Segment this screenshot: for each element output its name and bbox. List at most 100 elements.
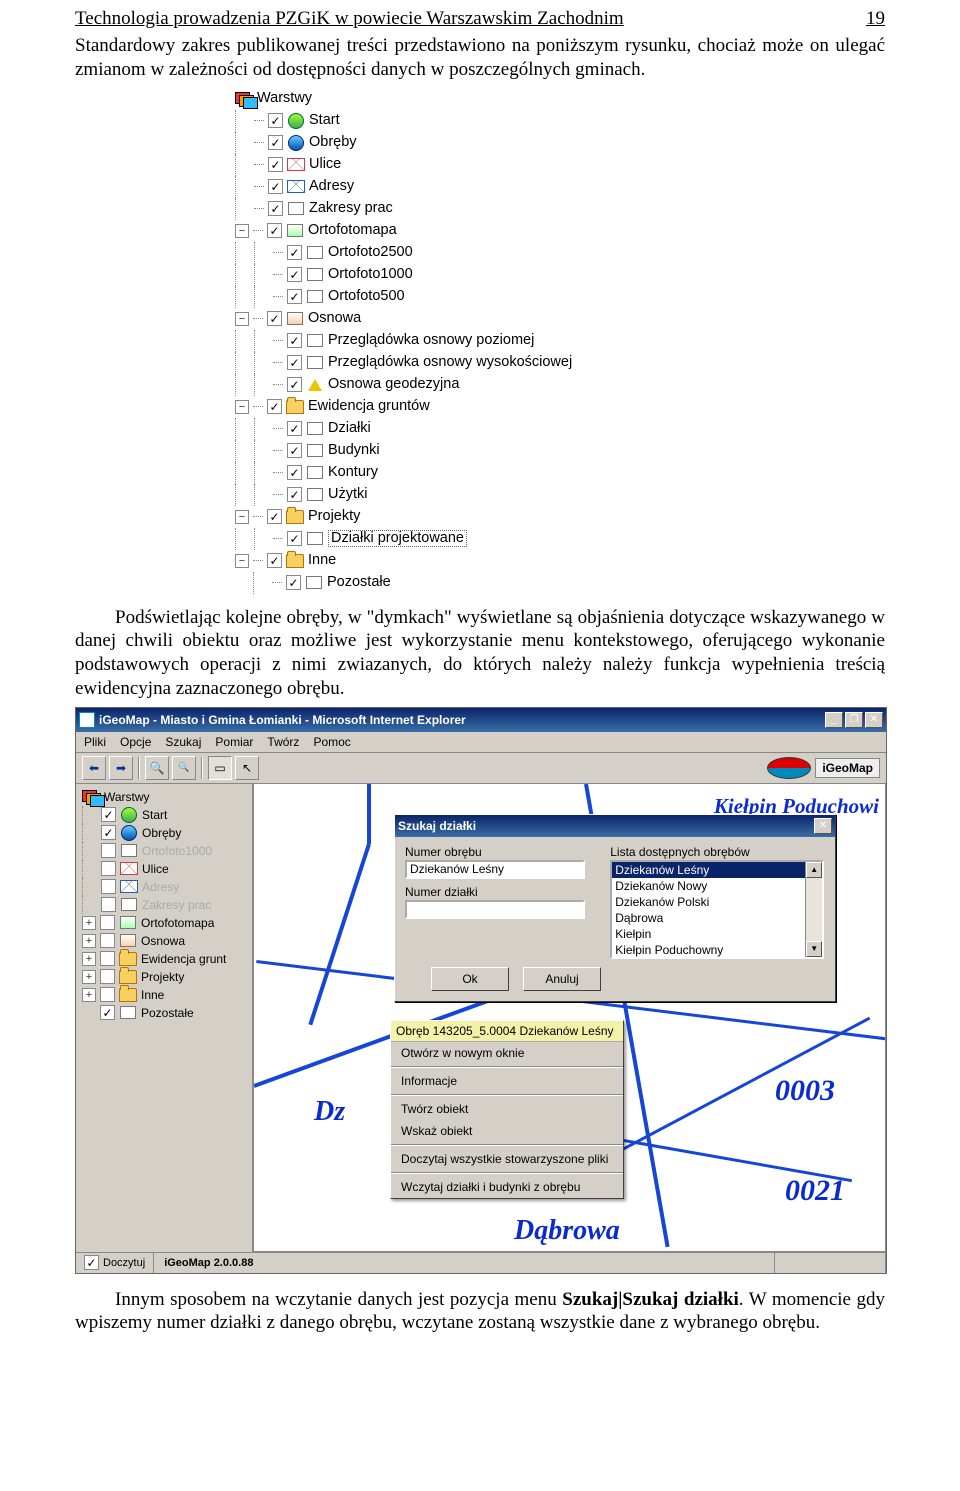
scroll-up[interactable]: ▲ xyxy=(806,862,822,878)
tree-item: Osnowa geodezyjna xyxy=(328,377,459,392)
folder-icon xyxy=(286,509,304,525)
ctx-item[interactable]: Doczytaj wszystkie stowarzyszone pliki xyxy=(391,1148,623,1170)
pointer-tool[interactable]: ↖ xyxy=(235,756,259,780)
list-item[interactable]: Kena Kiełnińska xyxy=(612,958,822,959)
dialog-close[interactable]: ✕ xyxy=(814,818,832,834)
forward-button[interactable]: ➡ xyxy=(109,756,133,780)
side-item[interactable]: Adresy xyxy=(142,881,179,893)
mid-paragraph: Podświetlając kolejne obręby, w "dymkach… xyxy=(75,606,885,701)
side-item[interactable]: Ulice xyxy=(142,863,169,875)
box-icon xyxy=(306,289,324,305)
side-item[interactable]: Ortofotomapa xyxy=(141,917,214,929)
tree-item: Ortofoto2500 xyxy=(328,245,413,260)
box-icon xyxy=(306,421,324,437)
status-version: iGeoMap 2.0.0.88 xyxy=(154,1253,775,1273)
app-titlebar: iGeoMap - Miasto i Gmina Łomianki - Micr… xyxy=(76,708,886,732)
ctx-item[interactable]: Twórz obiekt xyxy=(391,1098,623,1120)
side-item[interactable]: Inne xyxy=(141,989,164,1001)
tree-item: Przeglądówka osnowy poziomej xyxy=(328,333,534,348)
scrollbar[interactable]: ▲▼ xyxy=(805,862,822,957)
ctx-item[interactable]: Informacje xyxy=(391,1070,623,1092)
list-item[interactable]: Dąbrowa xyxy=(612,910,822,926)
ctx-header: Obręb 143205_5.0004 Dziekanów Leśny xyxy=(391,1021,623,1042)
restore-button[interactable]: ❐ xyxy=(845,712,863,728)
side-root: Warstwy xyxy=(104,791,150,803)
menu-item[interactable]: Pomoc xyxy=(313,735,350,749)
list-item[interactable]: Dziekanów Nowy xyxy=(612,878,822,894)
logo-icon xyxy=(767,757,811,779)
page-number: 19 xyxy=(866,8,885,30)
label-numer-obrebu: Numer obrębu xyxy=(405,845,600,859)
toolbar: ⬅ ➡ 🔍 🔍 ▭ ↖ iGeoMap xyxy=(76,753,886,784)
minus-icon[interactable]: − xyxy=(235,510,249,524)
menu-item[interactable]: Szukaj xyxy=(165,735,201,749)
box-icon xyxy=(306,267,324,283)
ctx-item[interactable]: Wskaż obiekt xyxy=(391,1120,623,1142)
listbox-obreby[interactable]: Dziekanów Leśny Dziekanów Nowy Dziekanów… xyxy=(610,860,824,959)
tree-item: Kontury xyxy=(328,465,378,480)
minimize-button[interactable]: _ xyxy=(825,712,843,728)
box-icon xyxy=(306,487,324,503)
list-item[interactable]: Dziekanów Polski xyxy=(612,894,822,910)
list-item[interactable]: Kiełpin xyxy=(612,926,822,942)
input-numer-obrebu[interactable]: Dziekanów Leśny xyxy=(405,860,585,879)
map-label: Dąbrowa xyxy=(514,1215,620,1247)
tree-item: Projekty xyxy=(308,509,360,524)
side-item[interactable]: Pozostałe xyxy=(141,1007,194,1019)
tree-item: Obręby xyxy=(309,135,357,150)
box-icon xyxy=(306,465,324,481)
minus-icon[interactable]: − xyxy=(235,400,249,414)
ctx-item[interactable]: Wczytaj działki i budynki z obrębu xyxy=(391,1176,623,1198)
search-dialog: Szukaj działki✕ Numer obrębu Dziekanów L… xyxy=(394,814,836,1002)
box-icon xyxy=(306,355,324,371)
menu-item[interactable]: Opcje xyxy=(120,735,151,749)
map-canvas[interactable]: Kiełpin Poduchowi Dz 0003 0021 Dąbrowa S… xyxy=(253,784,886,1252)
side-item[interactable]: Obręby xyxy=(142,827,181,839)
scroll-down[interactable]: ▼ xyxy=(806,941,822,957)
tree-item: Ortofotomapa xyxy=(308,223,397,238)
plus-icon[interactable]: + xyxy=(82,916,96,930)
plus-icon[interactable]: + xyxy=(82,934,96,948)
box-icon xyxy=(306,245,324,261)
plus-icon[interactable]: + xyxy=(82,970,96,984)
layers-tree-figure: Warstwy ✓Start ✓Obręby ✓Ulice ✓Adresy ✓Z… xyxy=(235,88,885,594)
zoomin-button[interactable]: 🔍 xyxy=(145,756,169,780)
minus-icon[interactable]: − xyxy=(235,312,249,326)
zoomout-button[interactable]: 🔍 xyxy=(172,756,196,780)
context-menu: Obręb 143205_5.0004 Dziekanów Leśny Otwó… xyxy=(390,1020,624,1199)
statusbar: ✓ Doczytuj iGeoMap 2.0.0.88 xyxy=(76,1252,886,1273)
select-tool[interactable]: ▭ xyxy=(208,756,232,780)
plus-icon[interactable]: + xyxy=(82,952,96,966)
side-item[interactable]: Ortofoto1000 xyxy=(142,845,212,857)
box-icon xyxy=(306,443,324,459)
box-icon xyxy=(305,575,323,591)
plus-icon[interactable]: + xyxy=(82,988,96,1002)
list-item[interactable]: Kiełpin Poduchowny xyxy=(612,942,822,958)
menubar: Pliki Opcje Szukaj Pomiar Twórz Pomoc xyxy=(76,732,886,753)
layers-icon xyxy=(82,789,100,805)
ctx-item[interactable]: Otwórz w nowym oknie xyxy=(391,1042,623,1064)
close-button[interactable]: ✕ xyxy=(865,712,883,728)
input-numer-dzialki[interactable] xyxy=(405,900,585,919)
side-item[interactable]: Zakresy prac xyxy=(142,899,211,911)
ok-button[interactable]: Ok xyxy=(431,967,509,991)
menu-item[interactable]: Twórz xyxy=(267,735,299,749)
cancel-button[interactable]: Anuluj xyxy=(523,967,601,991)
dialog-title: Szukaj działki xyxy=(398,819,812,833)
menu-item[interactable]: Pomiar xyxy=(215,735,253,749)
doczytuj-checkbox[interactable]: ✓ xyxy=(84,1255,99,1270)
map-label: 0003 xyxy=(775,1074,835,1108)
side-item[interactable]: Start xyxy=(142,809,167,821)
list-item[interactable]: Dziekanów Leśny xyxy=(612,862,822,878)
sidebar: Warstwy ✓Start ✓Obręby Ortofoto1000 Ulic… xyxy=(76,784,253,1252)
header-title: Technologia prowadzenia PZGiK w powiecie… xyxy=(75,8,624,30)
side-item[interactable]: Ewidencja grunt xyxy=(141,953,226,965)
minus-icon[interactable]: − xyxy=(235,224,249,238)
side-item[interactable]: Osnowa xyxy=(141,935,185,947)
folder-icon xyxy=(286,553,304,569)
back-button[interactable]: ⬅ xyxy=(82,756,106,780)
status-doczytuj: Doczytuj xyxy=(103,1257,145,1269)
minus-icon[interactable]: − xyxy=(235,554,249,568)
side-item[interactable]: Projekty xyxy=(141,971,184,983)
menu-item[interactable]: Pliki xyxy=(84,735,106,749)
